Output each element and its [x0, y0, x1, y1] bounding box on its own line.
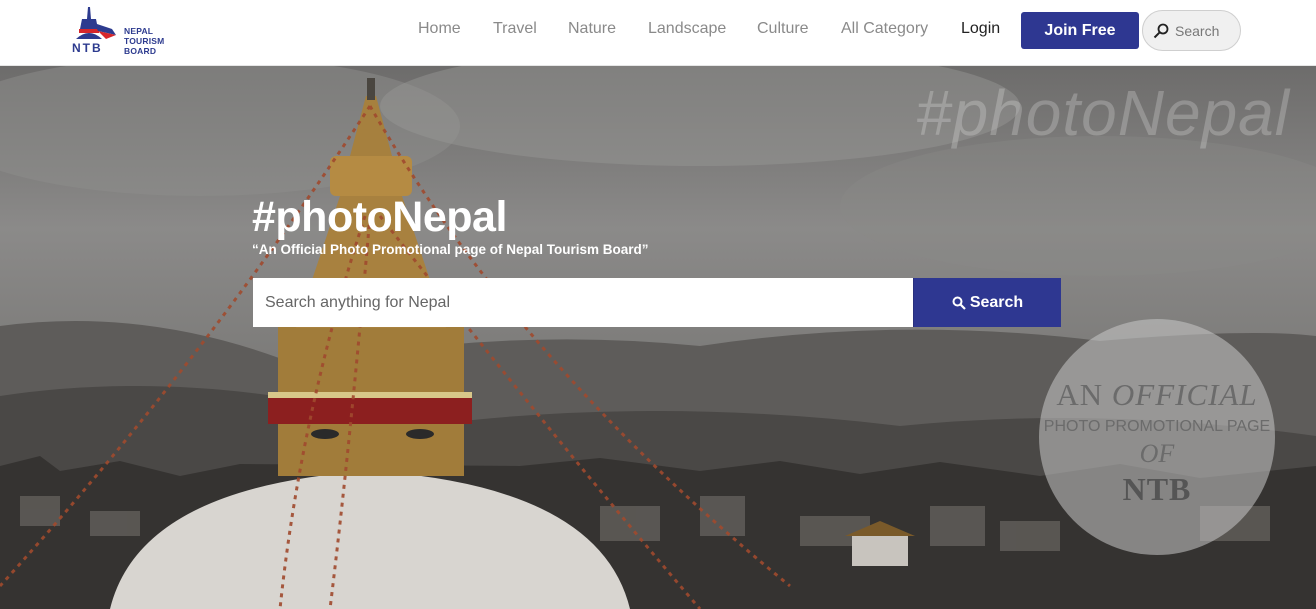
official-page-badge: AN OFFICIAL PHOTO PROMOTIONAL PAGE OF NT…	[1039, 319, 1275, 555]
nav-search-box[interactable]	[1142, 10, 1241, 51]
nav-nature[interactable]: Nature	[568, 20, 616, 38]
hero-search-bar: Search	[253, 278, 1061, 327]
hero-search-button-label: Search	[969, 293, 1024, 311]
ntb-logo[interactable]: NEPAL TOURISM BOARD NTB	[72, 5, 192, 60]
nav-landscape[interactable]: Landscape	[648, 20, 726, 38]
badge-line-3: OF	[1139, 439, 1175, 468]
join-free-button[interactable]: Join Free	[1021, 12, 1139, 49]
search-icon	[952, 296, 966, 310]
nav-travel[interactable]: Travel	[493, 20, 537, 38]
hero-search-input[interactable]	[253, 278, 913, 327]
search-icon	[1153, 23, 1169, 38]
hero-subtitle: “An Official Photo Promotional page of N…	[252, 242, 649, 257]
hero-banner: #photoNepal #photoNepal “An Official Pho…	[0, 66, 1316, 609]
hero-title: #photoNepal	[252, 193, 507, 241]
logo-abbr: NTB	[72, 41, 103, 55]
nav-all-category[interactable]: All Category	[841, 20, 928, 38]
nav-culture[interactable]: Culture	[757, 20, 809, 38]
login-link[interactable]: Login	[961, 20, 1000, 38]
badge-line-4: NTB	[1122, 471, 1192, 507]
nav-home[interactable]: Home	[418, 20, 461, 38]
badge-line-1: AN OFFICIAL	[1056, 377, 1258, 412]
badge-line-2: PHOTO PROMOTIONAL PAGE	[1043, 418, 1271, 435]
top-navbar: NEPAL TOURISM BOARD NTB Home Travel Natu…	[0, 0, 1316, 66]
nav-search-input[interactable]	[1175, 22, 1237, 39]
logo-text: NEPAL TOURISM BOARD	[124, 26, 165, 56]
hero-watermark: #photoNepal	[916, 77, 1290, 149]
hero-search-button[interactable]: Search	[913, 278, 1061, 327]
